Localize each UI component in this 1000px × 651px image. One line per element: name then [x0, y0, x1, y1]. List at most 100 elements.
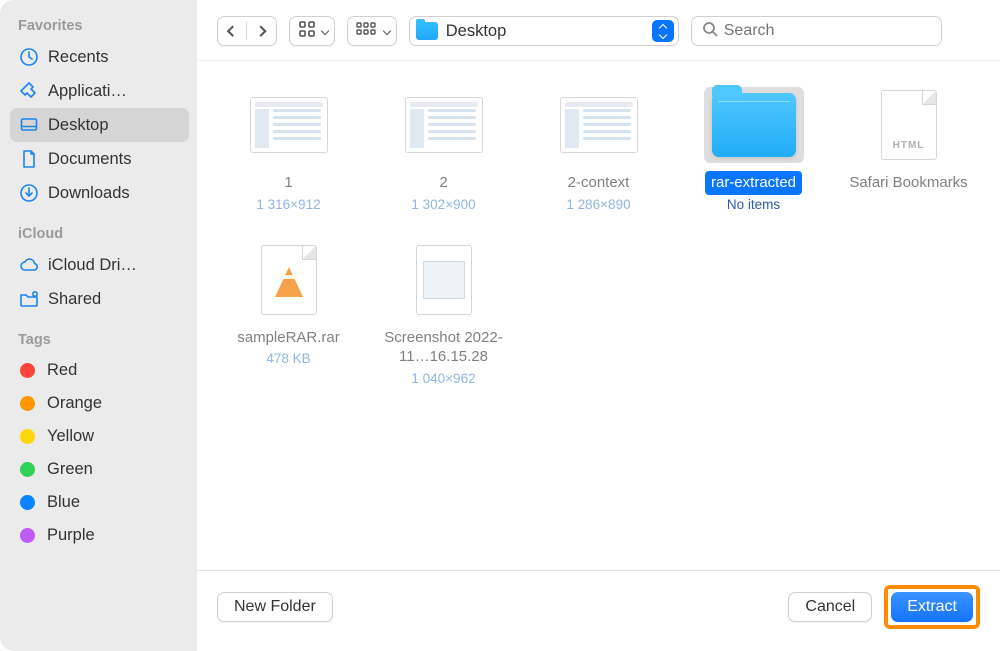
- shared-folder-icon: [18, 288, 40, 310]
- view-mode-dropdown[interactable]: [289, 16, 335, 46]
- group-by-dropdown[interactable]: [347, 16, 397, 46]
- tag-color-dot: [20, 396, 35, 411]
- back-button[interactable]: [218, 17, 246, 45]
- sidebar-item-recents[interactable]: Recents: [10, 40, 189, 74]
- file-item[interactable]: 1 1 316×912: [215, 87, 362, 212]
- file-item[interactable]: Screenshot 2022-11…16.15.28 1 040×962: [370, 242, 517, 386]
- tag-color-dot: [20, 495, 35, 510]
- search-input[interactable]: [724, 22, 931, 40]
- file-thumbnail: [549, 87, 649, 163]
- file-name: 1: [278, 171, 298, 195]
- main-panel: Desktop 1 1 316×912 2 1 302×900 2-context 1 2…: [197, 0, 1000, 651]
- sidebar-heading-icloud: iCloud: [10, 226, 189, 248]
- sidebar-item-documents[interactable]: Documents: [10, 142, 189, 176]
- chevron-down-icon: [321, 27, 329, 35]
- folder-icon: [416, 22, 438, 40]
- extract-button[interactable]: Extract: [891, 592, 973, 622]
- sidebar-item-shared[interactable]: Shared: [10, 282, 189, 316]
- file-name: 2: [433, 171, 453, 195]
- file-item[interactable]: HTML Safari Bookmarks: [835, 87, 982, 212]
- sidebar-item-downloads[interactable]: Downloads: [10, 176, 189, 210]
- dialog-body: Favorites Recents Applicati… Desktop Docume…: [0, 0, 1000, 651]
- file-item[interactable]: rar-extracted No items: [680, 87, 827, 212]
- location-popup[interactable]: Desktop: [409, 16, 679, 46]
- cloud-icon: [18, 254, 40, 276]
- forward-button[interactable]: [247, 17, 275, 45]
- sidebar-heading-tags: Tags: [10, 332, 189, 354]
- sidebar-item-iclouddri[interactable]: iCloud Dri…: [10, 248, 189, 282]
- image-file-icon: [416, 245, 472, 315]
- tag-color-dot: [20, 528, 35, 543]
- tag-purple[interactable]: Purple: [10, 519, 189, 552]
- highlight: Extract: [884, 585, 980, 629]
- sidebar-item-desktop[interactable]: Desktop: [10, 108, 189, 142]
- search-icon: [702, 21, 718, 42]
- file-item[interactable]: 2-context 1 286×890: [525, 87, 672, 212]
- sidebar-item-applicati[interactable]: Applicati…: [10, 74, 189, 108]
- grid-icon: [298, 20, 316, 43]
- file-item[interactable]: sampleRAR.rar478 KB: [215, 242, 362, 386]
- tag-color-dot: [20, 363, 35, 378]
- sidebar-item-label: Desktop: [48, 116, 109, 135]
- file-browser[interactable]: 1 1 316×912 2 1 302×900 2-context 1 286×890 ra…: [197, 61, 1000, 570]
- tag-color-dot: [20, 429, 35, 444]
- toolbar: Desktop: [197, 0, 1000, 61]
- file-name: Screenshot 2022-11…16.15.28: [370, 326, 517, 369]
- window-thumbnail: [250, 97, 328, 153]
- tag-color-dot: [20, 462, 35, 477]
- sidebar-item-label: Recents: [48, 48, 109, 67]
- desktop-icon: [18, 114, 40, 136]
- new-folder-button[interactable]: New Folder: [217, 592, 333, 622]
- chevron-left-icon: [226, 25, 238, 37]
- tag-yellow[interactable]: Yellow: [10, 420, 189, 453]
- file-thumbnail: [239, 242, 339, 318]
- tag-green[interactable]: Green: [10, 453, 189, 486]
- sidebar-heading-favorites: Favorites: [10, 18, 189, 40]
- tag-label: Blue: [47, 493, 80, 512]
- save-dialog: Favorites Recents Applicati… Desktop Docume…: [0, 0, 1000, 651]
- sidebar-item-label: Applicati…: [48, 82, 127, 101]
- tag-label: Purple: [47, 526, 95, 545]
- window-thumbnail: [560, 97, 638, 153]
- chevron-down-icon: [383, 27, 391, 35]
- folder-icon: [712, 93, 796, 157]
- sidebar-item-label: Shared: [48, 290, 101, 309]
- cancel-button[interactable]: Cancel: [788, 592, 872, 622]
- file-name: 2-context: [562, 171, 636, 195]
- tag-orange[interactable]: Orange: [10, 387, 189, 420]
- window-thumbnail: [405, 97, 483, 153]
- file-subtitle: 1 302×900: [411, 197, 475, 212]
- updown-icon: [652, 20, 674, 42]
- chevron-right-icon: [256, 25, 268, 37]
- search-field[interactable]: [691, 16, 942, 46]
- sidebar-item-label: Downloads: [48, 184, 130, 203]
- file-item[interactable]: 2 1 302×900: [370, 87, 517, 212]
- file-name: rar-extracted: [705, 171, 802, 195]
- sidebar-item-label: Documents: [48, 150, 131, 169]
- tag-label: Red: [47, 361, 77, 380]
- file-subtitle: 1 040×962: [411, 371, 475, 386]
- group-icon: [356, 22, 378, 41]
- tag-red[interactable]: Red: [10, 354, 189, 387]
- archive-file-icon: [261, 245, 317, 315]
- file-thumbnail: [239, 87, 339, 163]
- file-thumbnail: [394, 87, 494, 163]
- tag-label: Orange: [47, 394, 102, 413]
- download-icon: [18, 182, 40, 204]
- file-thumbnail: [704, 87, 804, 163]
- location-label: Desktop: [446, 22, 644, 41]
- document-icon: [18, 148, 40, 170]
- file-subtitle: No items: [727, 197, 780, 212]
- file-thumbnail: [394, 242, 494, 318]
- bottom-bar: New Folder Cancel Extract: [197, 570, 1000, 651]
- file-thumbnail: HTML: [859, 87, 959, 163]
- file-name: Safari Bookmarks: [843, 171, 973, 195]
- html-file-icon: HTML: [881, 90, 937, 160]
- clock-icon: [18, 46, 40, 68]
- tag-label: Yellow: [47, 427, 94, 446]
- sidebar: Favorites Recents Applicati… Desktop Docume…: [0, 0, 197, 651]
- file-subtitle: 1 316×912: [256, 197, 320, 212]
- file-subtitle: 1 286×890: [566, 197, 630, 212]
- tag-blue[interactable]: Blue: [10, 486, 189, 519]
- file-name: sampleRAR.rar: [231, 326, 346, 350]
